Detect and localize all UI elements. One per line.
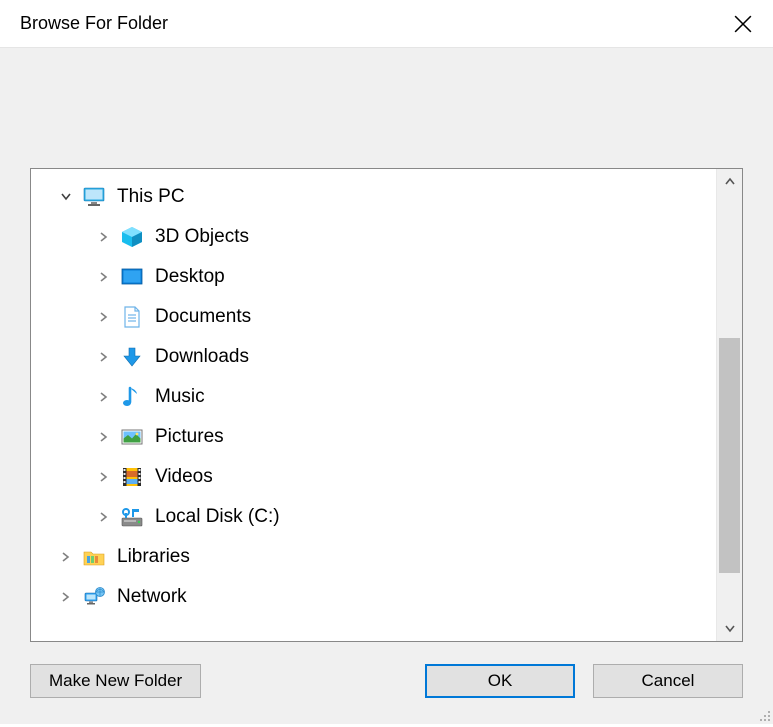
document-icon — [119, 304, 145, 330]
chevron-right-icon — [98, 431, 110, 443]
tree-item-label: Desktop — [155, 266, 225, 288]
resize-grip[interactable] — [755, 706, 771, 722]
monitor-icon — [81, 184, 107, 210]
libraries-icon — [81, 544, 107, 570]
tree-item-music[interactable]: Music — [31, 377, 716, 417]
tree-item-label: Videos — [155, 466, 213, 488]
picture-icon — [119, 424, 145, 450]
chevron-right-icon — [98, 231, 110, 243]
tree-item-documents[interactable]: Documents — [31, 297, 716, 337]
expander-documents[interactable] — [95, 308, 113, 326]
make-new-folder-button[interactable]: Make New Folder — [30, 664, 201, 698]
chevron-right-icon — [98, 271, 110, 283]
chevron-right-icon — [60, 551, 72, 563]
scroll-down-button[interactable] — [717, 615, 743, 641]
chevron-right-icon — [98, 391, 110, 403]
tree-item-libraries[interactable]: Libraries — [31, 537, 716, 577]
expander-downloads[interactable] — [95, 348, 113, 366]
expander-network[interactable] — [57, 588, 75, 606]
resize-grip-icon — [755, 706, 771, 722]
chevron-right-icon — [98, 311, 110, 323]
chevron-right-icon — [98, 511, 110, 523]
tree-item-label: Libraries — [117, 546, 190, 568]
chevron-up-icon — [724, 176, 736, 188]
browse-for-folder-dialog: Browse For Folder This PC — [0, 0, 773, 724]
chevron-down-icon — [60, 191, 72, 203]
title-bar: Browse For Folder — [0, 0, 773, 48]
tree-item-label: This PC — [117, 186, 185, 208]
expander-pictures[interactable] — [95, 428, 113, 446]
expander-music[interactable] — [95, 388, 113, 406]
cancel-button[interactable]: Cancel — [593, 664, 743, 698]
tree-item-label: Local Disk (C:) — [155, 506, 280, 528]
close-button[interactable] — [713, 0, 773, 48]
scroll-track[interactable] — [717, 195, 742, 615]
ok-button[interactable]: OK — [425, 664, 575, 698]
download-arrow-icon — [119, 344, 145, 370]
tree-content: This PC 3D Objects — [31, 169, 716, 641]
expander-local-disk[interactable] — [95, 508, 113, 526]
tree-item-network[interactable]: Network — [31, 577, 716, 617]
chevron-right-icon — [98, 471, 110, 483]
tree-item-label: Documents — [155, 306, 251, 328]
dialog-title: Browse For Folder — [20, 13, 168, 34]
folder-tree[interactable]: This PC 3D Objects — [30, 168, 743, 642]
chevron-right-icon — [98, 351, 110, 363]
film-icon — [119, 464, 145, 490]
scroll-thumb[interactable] — [719, 338, 740, 573]
tree-item-label: Pictures — [155, 426, 224, 448]
tree-item-pictures[interactable]: Pictures — [31, 417, 716, 457]
chevron-down-icon — [724, 622, 736, 634]
disk-icon — [119, 504, 145, 530]
tree-item-desktop[interactable]: Desktop — [31, 257, 716, 297]
desktop-icon — [119, 264, 145, 290]
tree-item-local-disk[interactable]: Local Disk (C:) — [31, 497, 716, 537]
expander-videos[interactable] — [95, 468, 113, 486]
button-row: Make New Folder OK Cancel — [30, 642, 743, 704]
tree-item-3d-objects[interactable]: 3D Objects — [31, 217, 716, 257]
expander-desktop[interactable] — [95, 268, 113, 286]
close-icon — [734, 15, 752, 33]
vertical-scrollbar[interactable] — [716, 169, 742, 641]
tree-item-downloads[interactable]: Downloads — [31, 337, 716, 377]
cube-icon — [119, 224, 145, 250]
tree-item-videos[interactable]: Videos — [31, 457, 716, 497]
expander-this-pc[interactable] — [57, 188, 75, 206]
tree-item-label: 3D Objects — [155, 226, 249, 248]
chevron-right-icon — [60, 591, 72, 603]
music-note-icon — [119, 384, 145, 410]
dialog-body: This PC 3D Objects — [0, 48, 773, 724]
tree-item-this-pc[interactable]: This PC — [31, 177, 716, 217]
expander-libraries[interactable] — [57, 548, 75, 566]
scroll-up-button[interactable] — [717, 169, 743, 195]
tree-item-label: Downloads — [155, 346, 249, 368]
network-icon — [81, 584, 107, 610]
tree-item-label: Music — [155, 386, 205, 408]
expander-3d-objects[interactable] — [95, 228, 113, 246]
tree-item-label: Network — [117, 586, 187, 608]
